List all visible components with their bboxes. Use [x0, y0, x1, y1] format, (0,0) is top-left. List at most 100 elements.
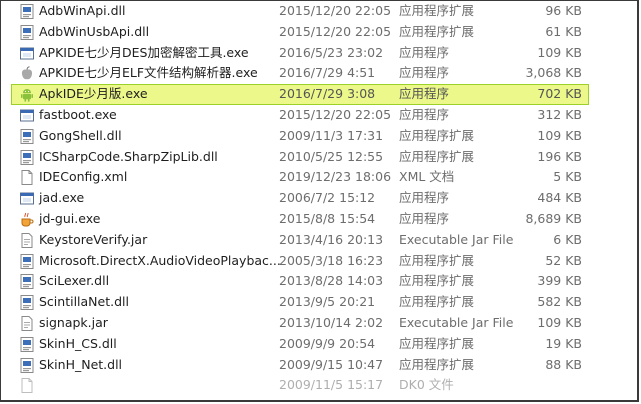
- file-name: APKIDE七少月DES加密解密工具.exe: [39, 44, 249, 60]
- file-name: SkinH_CS.dll: [39, 335, 117, 351]
- file-row[interactable]: SciLexer.dll 2013/8/28 14:03 应用程序扩展 399 KB: [1, 271, 637, 292]
- file-type: 应用程序: [399, 106, 450, 122]
- file-type: 应用程序扩展: [399, 294, 475, 310]
- file-type: XML 文档: [399, 169, 455, 185]
- file-name: KeystoreVerify.jar: [39, 231, 148, 247]
- file-size: 8,689 KB: [525, 210, 582, 226]
- file-date: 2009/9/15 10:47: [279, 356, 384, 372]
- file-size: 109 KB: [537, 314, 582, 330]
- file-type: Executable Jar File: [399, 231, 514, 247]
- file-size: 61 KB: [545, 23, 582, 39]
- file-size: 399 KB: [537, 273, 582, 289]
- apple-icon: [20, 66, 34, 81]
- file-date: 2009/11/3 17:31: [279, 127, 384, 143]
- dll-icon: [20, 336, 34, 352]
- file-date: 2010/5/25 12:55: [279, 148, 384, 164]
- file-type: 应用程序扩展: [399, 127, 475, 143]
- file-type: 应用程序: [399, 190, 450, 206]
- file-row[interactable]: fastboot.exe 2015/12/20 22:05 应用程序 312 KB: [1, 105, 637, 126]
- file-size: 19 KB: [545, 335, 582, 351]
- file-row[interactable]: jd-gui.exe 2015/8/8 15:54 应用程序 8,689 KB: [1, 209, 637, 230]
- file-name: jad.exe: [39, 190, 85, 206]
- file-type: 应用程序: [399, 44, 450, 60]
- file-type: 应用程序扩展: [399, 252, 475, 268]
- file-row[interactable]: Microsoft.DirectX.AudioVideoPlaybac... 20…: [1, 251, 637, 272]
- file-row[interactable]: AdbWinUsbApi.dll 2015/12/20 22:05 应用程序扩展 61…: [1, 22, 637, 43]
- file-row[interactable]: ScintillaNet.dll 2013/9/5 20:21 应用程序扩展 582 …: [1, 292, 637, 313]
- file-row[interactable]: IDEConfig.xml 2019/12/23 18:06 XML 文档 5 KB: [1, 167, 637, 188]
- file-list: AdbWinApi.dll 2015/12/20 22:05 应用程序扩展 96 KB…: [1, 1, 637, 396]
- file-row[interactable]: signapk.jar 2013/10/14 2:02 Executable Jar…: [1, 313, 637, 334]
- file-row[interactable]: 2009/11/5 15:17 DK0 文件: [1, 375, 637, 396]
- file-size: 484 KB: [537, 190, 582, 206]
- file-row[interactable]: jad.exe 2006/7/2 15:12 应用程序 484 KB: [1, 188, 637, 209]
- jar-icon: [20, 232, 34, 248]
- file-date: 2013/8/28 14:03: [279, 273, 384, 289]
- file-row[interactable]: SkinH_CS.dll 2009/9/9 20:54 应用程序扩展 19 KB: [1, 334, 637, 355]
- exe-window-icon: [20, 46, 34, 61]
- file-row[interactable]: ICSharpCode.SharpZipLib.dll 2010/5/25 12:…: [1, 147, 637, 168]
- file-type: 应用程序: [399, 65, 450, 81]
- file-row[interactable]: KeystoreVerify.jar 2013/4/16 20:13 Executa…: [1, 230, 637, 251]
- file-name: AdbWinUsbApi.dll: [39, 23, 150, 39]
- file-date: 2015/12/20 22:05: [279, 23, 392, 39]
- file-date: 2015/8/8 15:54: [279, 210, 376, 226]
- file-type: 应用程序扩展: [399, 335, 475, 351]
- file-type: 应用程序扩展: [399, 23, 475, 39]
- file-date: 2015/12/20 22:05: [279, 106, 392, 122]
- file-row[interactable]: AdbWinApi.dll 2015/12/20 22:05 应用程序扩展 96 KB: [1, 1, 637, 22]
- file-date: 2016/7/29 3:08: [279, 86, 376, 102]
- file-size: 109 KB: [537, 127, 582, 143]
- dll-icon: [20, 24, 34, 40]
- file-name: APKIDE七少月ELF文件结构解析器.exe: [39, 65, 258, 81]
- file-row[interactable]: SkinH_Net.dll 2009/9/15 10:47 应用程序扩展 88 KB: [1, 355, 637, 376]
- file-date: 2013/10/14 2:02: [279, 314, 384, 330]
- file-size: 3,068 KB: [525, 65, 582, 81]
- file-date: 2006/7/2 15:12: [279, 190, 376, 206]
- file-name: Microsoft.DirectX.AudioVideoPlaybac...: [39, 252, 281, 268]
- file-list-window: AdbWinApi.dll 2015/12/20 22:05 应用程序扩展 96 KB…: [0, 0, 639, 402]
- file-type: 应用程序扩展: [399, 356, 475, 372]
- document-icon: [20, 170, 34, 186]
- file-date: 2016/5/23 23:02: [279, 44, 384, 60]
- file-name: ICSharpCode.SharpZipLib.dll: [39, 148, 218, 164]
- file-name: fastboot.exe: [39, 106, 117, 122]
- file-date: 2016/7/29 4:51: [279, 65, 376, 81]
- file-size: 88 KB: [545, 356, 582, 372]
- file-type: 应用程序: [399, 86, 450, 102]
- dll-icon: [20, 253, 34, 269]
- exe-window-icon: [20, 191, 34, 206]
- file-date: 2013/4/16 20:13: [279, 231, 384, 247]
- file-row-selected[interactable]: ApkIDE少月版.exe 2016/7/29 3:08 应用程序 702 KB: [1, 84, 637, 105]
- file-date: 2005/3/18 16:23: [279, 252, 384, 268]
- file-size: 312 KB: [537, 106, 582, 122]
- document-icon: [20, 378, 34, 394]
- file-type: 应用程序扩展: [399, 3, 475, 18]
- file-name: AdbWinApi.dll: [39, 3, 126, 18]
- file-row[interactable]: GongShell.dll 2009/11/3 17:31 应用程序扩展 109 KB: [1, 126, 637, 147]
- file-size: 5 KB: [553, 169, 582, 185]
- file-date: 2009/11/5 15:17: [279, 377, 384, 393]
- file-name: SciLexer.dll: [39, 273, 110, 289]
- file-name: jd-gui.exe: [39, 210, 101, 226]
- dll-icon: [20, 295, 34, 311]
- file-size: 96 KB: [545, 3, 582, 18]
- file-name: IDEConfig.xml: [39, 169, 128, 185]
- file-name: signapk.jar: [39, 314, 108, 330]
- file-date: 2009/9/9 20:54: [279, 335, 376, 351]
- file-row[interactable]: APKIDE七少月DES加密解密工具.exe 2016/5/23 23:02 应用程…: [1, 43, 637, 64]
- file-size: 109 KB: [537, 44, 582, 60]
- file-type: 应用程序: [399, 210, 450, 226]
- file-size: 52 KB: [545, 252, 582, 268]
- file-name: GongShell.dll: [39, 127, 122, 143]
- file-size: 6 KB: [553, 231, 582, 247]
- file-size: 196 KB: [537, 148, 582, 164]
- file-row[interactable]: APKIDE七少月ELF文件结构解析器.exe 2016/7/29 4:51 应用程…: [1, 63, 637, 84]
- file-date: 2019/12/23 18:06: [279, 169, 392, 185]
- file-name: ScintillaNet.dll: [39, 294, 129, 310]
- file-type: 应用程序扩展: [399, 273, 475, 289]
- file-type: Executable Jar File: [399, 314, 514, 330]
- dll-icon: [20, 128, 34, 144]
- file-size: 582 KB: [537, 294, 582, 310]
- dll-icon: [20, 274, 34, 290]
